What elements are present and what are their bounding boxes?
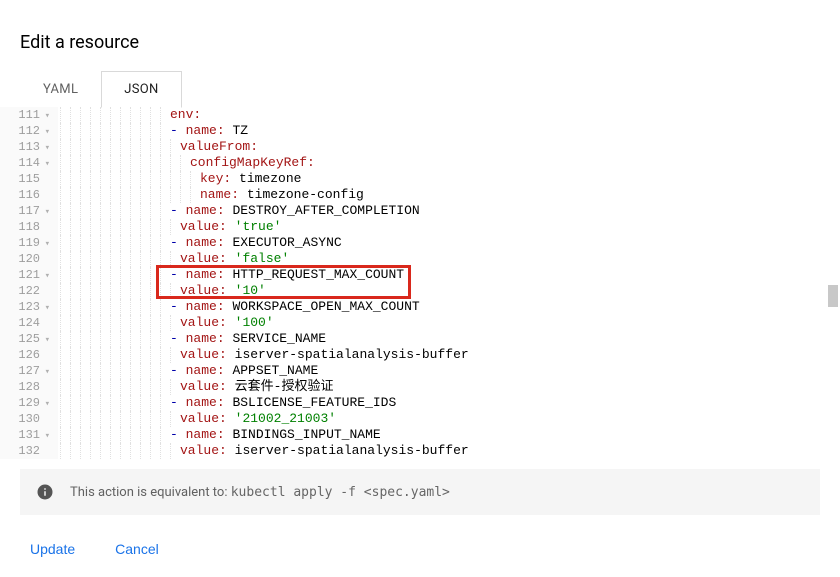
- info-bar: This action is equivalent to: kubectl ap…: [20, 469, 820, 515]
- action-bar: Update Cancel: [0, 515, 840, 557]
- update-button[interactable]: Update: [30, 541, 75, 557]
- code-line[interactable]: value: '10': [60, 283, 469, 299]
- line-number: 121▾: [0, 267, 50, 283]
- code-line[interactable]: - name: APPSET_NAME: [60, 363, 469, 379]
- code-line[interactable]: - name: EXECUTOR_ASYNC: [60, 235, 469, 251]
- line-number: 114▾: [0, 155, 50, 171]
- line-number: 131▾: [0, 427, 50, 443]
- line-number: 125▾: [0, 331, 50, 347]
- code-line[interactable]: value: '100': [60, 315, 469, 331]
- code-line[interactable]: - name: WORKSPACE_OPEN_MAX_COUNT: [60, 299, 469, 315]
- line-number: 118: [0, 219, 50, 235]
- code-line[interactable]: value: 云套件-授权验证: [60, 379, 469, 395]
- tabs: YAML JSON: [0, 71, 840, 108]
- info-text: This action is equivalent to: kubectl ap…: [70, 485, 450, 500]
- code-line[interactable]: - name: BSLICENSE_FEATURE_IDS: [60, 395, 469, 411]
- info-icon: [34, 481, 56, 503]
- line-number: 132: [0, 443, 50, 459]
- code-line[interactable]: value: iserver-spatialanalysis-buffer: [60, 443, 469, 459]
- line-number: 127▾: [0, 363, 50, 379]
- line-number: 119▾: [0, 235, 50, 251]
- code-line[interactable]: key: timezone: [60, 171, 469, 187]
- line-number: 115: [0, 171, 50, 187]
- tab-json[interactable]: JSON: [101, 71, 181, 108]
- scrollbar-thumb[interactable]: [828, 285, 838, 307]
- code-line[interactable]: env:: [60, 107, 469, 123]
- tab-yaml[interactable]: YAML: [20, 71, 101, 108]
- code-area[interactable]: env:- name: TZvalueFrom:configMapKeyRef:…: [58, 107, 469, 459]
- line-number: 112▾: [0, 123, 50, 139]
- code-line[interactable]: - name: SERVICE_NAME: [60, 331, 469, 347]
- line-number: 129▾: [0, 395, 50, 411]
- line-number: 113▾: [0, 139, 50, 155]
- code-line[interactable]: - name: TZ: [60, 123, 469, 139]
- code-line[interactable]: configMapKeyRef:: [60, 155, 469, 171]
- code-line[interactable]: value: '21002_21003': [60, 411, 469, 427]
- line-number: 120: [0, 251, 50, 267]
- code-line[interactable]: - name: HTTP_REQUEST_MAX_COUNT: [60, 267, 469, 283]
- code-line[interactable]: - name: DESTROY_AFTER_COMPLETION: [60, 203, 469, 219]
- line-number: 117▾: [0, 203, 50, 219]
- line-number: 128: [0, 379, 50, 395]
- line-number: 116: [0, 187, 50, 203]
- line-number: 126: [0, 347, 50, 363]
- line-number: 122: [0, 283, 50, 299]
- line-number: 111▾: [0, 107, 50, 123]
- cancel-button[interactable]: Cancel: [115, 541, 159, 557]
- code-line[interactable]: value: 'true': [60, 219, 469, 235]
- page-title: Edit a resource: [0, 0, 840, 71]
- line-number: 124: [0, 315, 50, 331]
- code-line[interactable]: value: 'false': [60, 251, 469, 267]
- line-number: 123▾: [0, 299, 50, 315]
- code-line[interactable]: name: timezone-config: [60, 187, 469, 203]
- editor[interactable]: 111▾112▾113▾114▾115116117▾118119▾120121▾…: [0, 107, 840, 459]
- code-line[interactable]: - name: BINDINGS_INPUT_NAME: [60, 427, 469, 443]
- gutter: 111▾112▾113▾114▾115116117▾118119▾120121▾…: [0, 107, 58, 459]
- code-line[interactable]: value: iserver-spatialanalysis-buffer: [60, 347, 469, 363]
- line-number: 130: [0, 411, 50, 427]
- code-line[interactable]: valueFrom:: [60, 139, 469, 155]
